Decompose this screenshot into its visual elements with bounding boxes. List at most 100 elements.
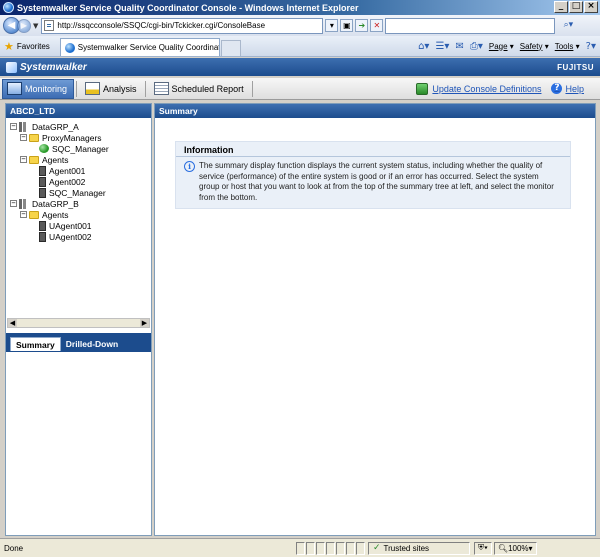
favorites-button[interactable]: ★ Favorites xyxy=(0,36,54,56)
information-divider xyxy=(176,156,570,157)
tree-node-label: Agents xyxy=(42,209,69,220)
home-icon[interactable]: ⌂▾ xyxy=(418,41,429,52)
tab-monitoring[interactable]: Monitoring xyxy=(2,78,75,99)
brand-name: Systemwalker xyxy=(20,61,87,73)
window-controls: _ □ × xyxy=(554,1,598,13)
tree-node-label: SQC_Manager xyxy=(52,143,109,154)
agent-icon xyxy=(39,165,46,176)
tools-menu[interactable]: Tools ▾ xyxy=(555,42,580,51)
information-text: The summary display function displays th… xyxy=(199,161,554,202)
tree-node[interactable]: − Agents xyxy=(6,154,151,165)
folder-icon xyxy=(29,210,39,219)
collapse-icon[interactable]: − xyxy=(10,123,17,130)
tab-analysis[interactable]: Analysis xyxy=(81,79,143,99)
left-pane: ABCD_LTD − DataGRP_A − ProxyManagers SQC_Man… xyxy=(5,103,152,536)
new-tab-button[interactable] xyxy=(220,40,241,56)
safety-menu[interactable]: Safety ▾ xyxy=(520,42,549,51)
information-body: i The summary display function displays … xyxy=(184,161,558,203)
collapse-icon[interactable]: − xyxy=(20,211,27,218)
subtab-divider xyxy=(6,351,151,352)
stop-button[interactable]: ✕ xyxy=(370,19,384,32)
tab-drilled-down[interactable]: Drilled-Down xyxy=(61,337,123,351)
shield-icon: ⛨▾ xyxy=(478,543,488,552)
compat-view-button[interactable]: ▣ xyxy=(340,19,354,32)
maximize-button[interactable]: □ xyxy=(569,1,583,13)
toolbar-links: Update Console Definitions ? Help xyxy=(416,82,600,95)
tree-node[interactable]: UAgent001 xyxy=(6,220,151,231)
tree-node[interactable]: Agent001 xyxy=(6,165,151,176)
tree-node[interactable]: − DataGRP_A xyxy=(6,121,151,132)
status-slot xyxy=(306,541,315,555)
back-arrow-icon: ◀ xyxy=(7,20,16,31)
tab-scheduled-report-label: Scheduled Report xyxy=(171,83,244,94)
search-icon[interactable]: ⌕▾ xyxy=(557,18,579,34)
proxy-manager-icon xyxy=(39,144,49,153)
update-console-definitions-link[interactable]: Update Console Definitions xyxy=(416,82,542,95)
tree-node[interactable]: UAgent002 xyxy=(6,231,151,242)
tree-node[interactable]: Agent002 xyxy=(6,176,151,187)
refresh-button[interactable]: ➔ xyxy=(355,19,369,32)
tree-node[interactable]: SQC_Manager xyxy=(6,187,151,198)
status-slot xyxy=(316,541,325,555)
agent-icon xyxy=(39,231,46,242)
trusted-check-icon: ✓ xyxy=(373,543,381,553)
status-slot xyxy=(326,541,335,555)
info-icon: i xyxy=(184,161,195,172)
agent-icon xyxy=(39,187,46,198)
information-box: Information i The summary display functi… xyxy=(175,141,571,209)
protected-mode-button[interactable]: ⛨▾ xyxy=(474,541,492,555)
agent-icon xyxy=(39,176,46,187)
tab-summary[interactable]: Summary xyxy=(10,337,61,351)
tree-node[interactable]: − Agents xyxy=(6,209,151,220)
tree-node[interactable]: − DataGRP_B xyxy=(6,198,151,209)
zoom-button[interactable]: 🔍︎ 100% ▾ xyxy=(493,541,537,555)
help-icon: ? xyxy=(551,83,563,94)
scroll-right-icon[interactable]: ▶ xyxy=(140,319,149,327)
tree-horizontal-scrollbar[interactable]: ◀ ▶ xyxy=(7,318,150,328)
star-icon: ★ xyxy=(4,39,14,53)
folder-icon xyxy=(29,133,39,142)
collapse-icon[interactable]: − xyxy=(20,156,27,163)
mail-icon[interactable]: ✉ xyxy=(455,41,463,52)
security-zone[interactable]: ✓ Trusted sites xyxy=(368,541,470,555)
tree-node[interactable]: − ProxyManagers xyxy=(6,132,151,143)
favorites-bar: ★ Favorites Systemwalker Service Quality… xyxy=(0,36,600,57)
print-icon[interactable]: ⎙▾ xyxy=(470,41,483,52)
close-button[interactable]: × xyxy=(584,1,598,13)
history-dropdown-icon[interactable]: ▼ xyxy=(33,22,38,30)
browser-tab[interactable]: Systemwalker Service Quality Coordinator… xyxy=(59,38,220,56)
command-bar: ⌂▾ ☰▾ ✉ ⎙▾ Page ▾ Safety ▾ Tools ▾ ?▾ xyxy=(418,36,600,56)
tree-node-label: Agents xyxy=(42,154,69,165)
summary-header: Summary xyxy=(155,104,595,118)
feeds-icon[interactable]: ☰▾ xyxy=(435,41,449,52)
help-link-label: Help xyxy=(565,83,584,94)
forward-arrow-icon: ▶ xyxy=(20,21,28,30)
collapse-icon[interactable]: − xyxy=(10,200,17,207)
tab-analysis-label: Analysis xyxy=(103,83,137,94)
tab-scheduled-report[interactable]: Scheduled Report xyxy=(150,79,250,99)
help-link[interactable]: ? Help xyxy=(551,83,584,94)
tree-node-label: ProxyManagers xyxy=(42,132,102,143)
url-dropdown-button[interactable]: ▾ xyxy=(325,19,339,32)
toolbar-separator xyxy=(76,80,78,97)
forward-button[interactable]: ▶ xyxy=(17,18,31,33)
status-slot xyxy=(346,541,355,555)
brand-logo: Systemwalker xyxy=(6,61,87,73)
page-menu[interactable]: Page ▾ xyxy=(489,42,514,51)
collapse-icon[interactable]: − xyxy=(20,134,27,141)
window-title: Systemwalker Service Quality Coordinator… xyxy=(17,2,359,13)
url-field[interactable]: http://ssqcconsole/SSQC/cgi-bin/Tckicker… xyxy=(41,17,324,34)
app-header: Systemwalker FUJITSU xyxy=(0,58,600,76)
status-text: Done xyxy=(4,543,24,553)
security-zone-label: Trusted sites xyxy=(383,543,430,553)
minimize-button[interactable]: _ xyxy=(554,1,568,13)
scroll-left-icon[interactable]: ◀ xyxy=(8,319,17,327)
help-menu-icon[interactable]: ?▾ xyxy=(586,41,596,52)
tree-node[interactable]: SQC_Manager xyxy=(6,143,151,154)
page-icon xyxy=(44,20,55,31)
tree-node-label: SQC_Manager xyxy=(49,187,106,198)
favorites-label: Favorites xyxy=(16,41,50,51)
search-input[interactable] xyxy=(385,17,556,34)
tree-header: ABCD_LTD xyxy=(6,104,151,118)
update-link-label: Update Console Definitions xyxy=(432,83,542,94)
